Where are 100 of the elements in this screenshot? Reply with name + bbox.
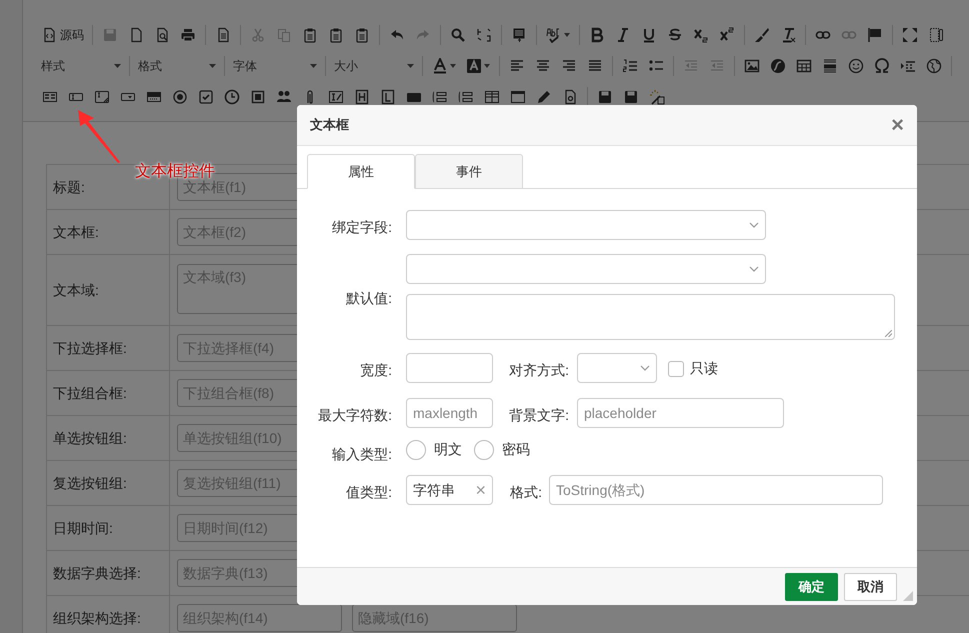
text-color-icon[interactable]	[432, 58, 448, 74]
field-label: 下拉组合框:	[53, 384, 127, 402]
input-field[interactable]: placeholder	[577, 398, 784, 428]
checkbox-icon[interactable]	[198, 89, 214, 105]
cancel-button[interactable]: 取消	[844, 572, 897, 600]
caret-icon	[564, 33, 570, 37]
field-label: 默认值:	[345, 289, 392, 308]
numbered-list-icon[interactable]	[622, 58, 638, 74]
subscript-icon[interactable]	[693, 27, 709, 43]
close-button[interactable]: ×	[891, 114, 904, 136]
omega-icon[interactable]	[874, 58, 890, 74]
button-control-icon[interactable]	[146, 89, 162, 105]
spellcheck-icon[interactable]	[546, 27, 562, 43]
chevron-down-icon	[749, 222, 759, 228]
field-label: 格式:	[509, 483, 542, 502]
caret-icon	[310, 64, 317, 68]
show-blocks-icon[interactable]	[928, 27, 944, 43]
list-box-icon[interactable]	[458, 89, 474, 105]
superscript-icon[interactable]	[719, 27, 735, 43]
resize-grip-icon	[903, 591, 913, 601]
image-icon[interactable]	[744, 58, 760, 74]
field-label: 单选按钮组:	[53, 428, 127, 448]
hidden-field-icon[interactable]	[354, 89, 370, 105]
people-icon[interactable]	[276, 89, 292, 105]
resize-grip-icon	[885, 330, 892, 337]
toolbar-dropdown[interactable]: 字体	[229, 55, 321, 77]
field-label: 标题:	[53, 178, 85, 196]
dialog-title: 文本框	[310, 116, 349, 134]
readonly-checkbox[interactable]: 只读	[668, 358, 718, 379]
list-icon[interactable]	[432, 89, 448, 105]
align-left-icon[interactable]	[509, 58, 525, 74]
page-break-icon[interactable]	[900, 58, 916, 74]
brush-icon[interactable]	[754, 27, 770, 43]
caret-icon	[407, 64, 414, 68]
table-icon[interactable]	[796, 58, 812, 74]
source-button[interactable]: 源码	[37, 24, 88, 46]
input-field[interactable]: ToString(格式)	[549, 475, 883, 505]
italic-icon[interactable]	[615, 27, 631, 43]
tab[interactable]: 事件	[415, 154, 523, 189]
radio-button[interactable]	[406, 440, 426, 460]
select-all-icon[interactable]	[511, 27, 527, 43]
maximize-icon[interactable]	[902, 27, 918, 43]
tab[interactable]: 属性	[307, 154, 415, 189]
paste-word-icon[interactable]	[354, 27, 370, 43]
save-as-icon[interactable]	[623, 89, 639, 105]
grid-icon[interactable]	[484, 89, 500, 105]
background-color-icon[interactable]	[466, 58, 482, 74]
field-label: 复选按钮组:	[53, 474, 127, 492]
underline-icon[interactable]	[641, 27, 657, 43]
field-label: 文本框:	[53, 222, 99, 242]
caret-icon	[450, 64, 456, 68]
radio-button[interactable]	[474, 440, 494, 460]
chevron-down-icon	[749, 266, 759, 272]
field-label: 下拉选择框:	[53, 338, 127, 358]
form-icon[interactable]	[42, 89, 58, 105]
toolbar-dropdown[interactable]: 样式	[37, 55, 125, 77]
field-label: 值类型:	[345, 483, 392, 502]
clear-format-icon[interactable]	[780, 27, 796, 43]
field-label: 组织架构选择:	[53, 608, 141, 628]
toolbar-dropdown[interactable]: 大小	[330, 55, 418, 77]
smiley-icon[interactable]	[848, 58, 864, 74]
printer-icon[interactable]	[180, 27, 196, 43]
select-field[interactable]	[406, 210, 766, 240]
radio-icon[interactable]	[172, 89, 188, 105]
checkbox[interactable]	[668, 360, 684, 376]
radio-option[interactable]: 明文	[406, 439, 462, 460]
select-field[interactable]	[577, 353, 657, 383]
select-field[interactable]: 字符串 ×	[406, 475, 493, 505]
window-icon[interactable]	[510, 89, 526, 105]
confirm-button[interactable]: 确定	[785, 572, 838, 600]
input-field[interactable]: maxlength	[406, 398, 493, 428]
input-field[interactable]	[406, 353, 493, 383]
toolbar-dropdown[interactable]: 格式	[134, 55, 220, 77]
clock-icon[interactable]	[224, 89, 240, 105]
caret-icon	[114, 64, 121, 68]
wand-icon[interactable]	[649, 89, 665, 105]
label-field-icon[interactable]	[380, 89, 396, 105]
bold-icon[interactable]	[589, 27, 605, 43]
align-center-icon[interactable]	[535, 58, 551, 74]
field-label: 数据字典选择:	[53, 564, 141, 582]
search-icon[interactable]	[450, 27, 466, 43]
square-icon[interactable]	[250, 89, 266, 105]
field-label: 最大字符数:	[317, 406, 392, 425]
signature-icon[interactable]	[328, 89, 344, 105]
radio-option[interactable]: 密码	[474, 439, 530, 460]
paste-text-icon[interactable]	[328, 27, 344, 43]
horizontal-line-icon[interactable]	[822, 58, 838, 74]
select-field[interactable]	[406, 254, 766, 284]
clear-button[interactable]: ×	[475, 476, 486, 504]
chevron-down-icon	[640, 365, 650, 371]
flag-icon[interactable]	[867, 27, 883, 43]
justify-icon[interactable]	[587, 58, 603, 74]
field-label: 文本域:	[53, 280, 99, 300]
text-area-icon[interactable]	[94, 89, 110, 105]
field-label: 对齐方式:	[508, 361, 569, 380]
flash-icon[interactable]	[770, 58, 786, 74]
align-right-icon[interactable]	[561, 58, 577, 74]
strikethrough-icon[interactable]	[667, 27, 683, 43]
globe-icon[interactable]	[926, 58, 942, 74]
clipboard-icon[interactable]	[302, 27, 318, 43]
